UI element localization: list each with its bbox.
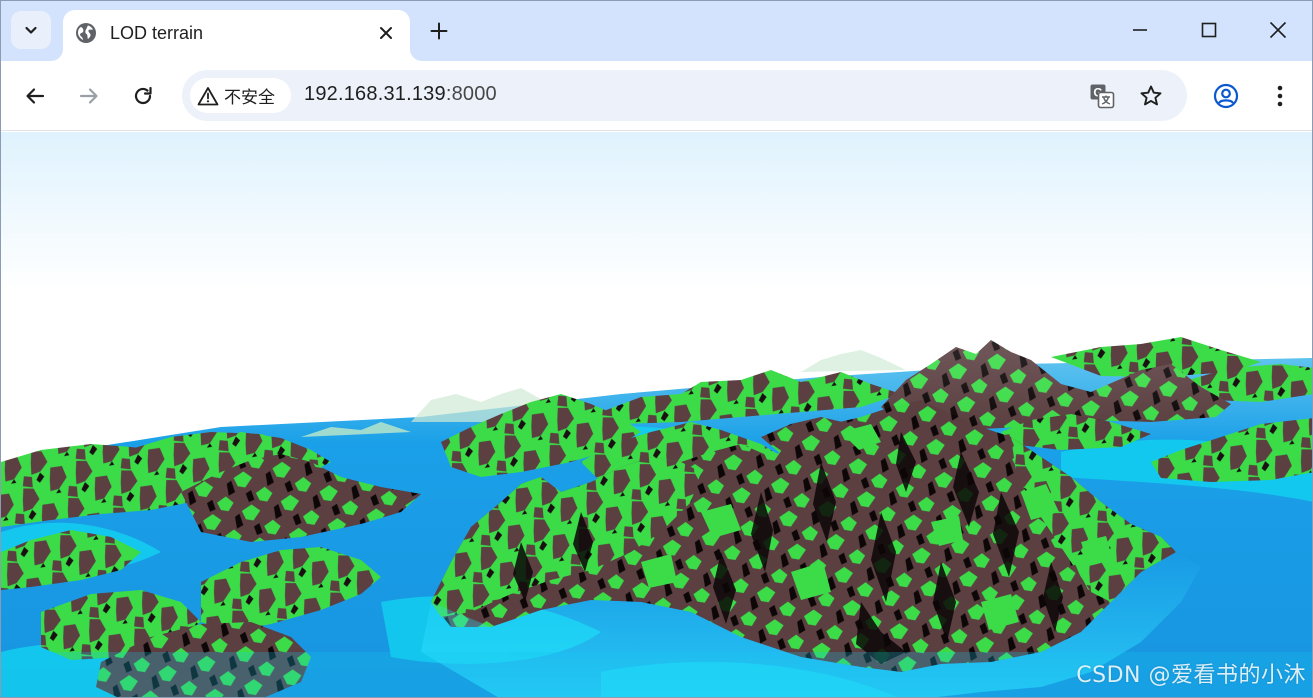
browser-window: LOD terrain 不安全 192.168.31.139:8000 G CS… [0,0,1313,698]
window-close-button[interactable] [1263,15,1293,45]
bookmark-button[interactable] [1137,82,1165,110]
plus-icon [430,22,448,40]
globe-icon [76,23,96,43]
profile-button[interactable] [1211,81,1241,111]
maximize-icon [1201,22,1217,38]
minimize-button[interactable] [1125,15,1155,45]
translate-button[interactable]: G [1088,82,1116,110]
back-button[interactable] [20,81,50,111]
reload-button[interactable] [128,81,158,111]
tab-title: LOD terrain [110,23,204,43]
browser-toolbar: 不安全 192.168.31.139:8000 G [1,61,1312,131]
tab-strip: LOD terrain [1,1,1312,61]
close-icon [380,27,392,39]
url-text[interactable]: 192.168.31.139:8000 [304,83,497,106]
warning-triangle-icon [197,86,219,105]
translate-icon: G [1090,84,1115,109]
security-chip[interactable]: 不安全 [190,78,291,113]
tab-active[interactable]: LOD terrain [63,10,410,61]
address-bar[interactable]: 不安全 192.168.31.139:8000 G [182,70,1187,121]
more-menu-button[interactable] [1265,81,1295,111]
minimize-icon [1133,29,1147,31]
url-port: :8000 [445,83,497,105]
reload-icon [134,86,152,105]
profile-icon [1213,83,1239,109]
url-host: 192.168.31.139 [304,83,446,105]
new-tab-button[interactable] [425,17,453,45]
terrain-canvas[interactable]: CSDN @爱看书的小沐 [1,132,1312,697]
terrain-scene [1,132,1312,697]
back-arrow-icon [26,88,45,104]
chevron-down-icon [25,26,37,34]
tab-search-button[interactable] [11,11,51,49]
star-icon [1140,85,1162,106]
maximize-button[interactable] [1194,15,1224,45]
close-icon [1269,21,1287,39]
watermark-text: CSDN @爱看书的小沐 [1076,663,1306,688]
more-vertical-icon [1277,85,1283,107]
security-label: 不安全 [224,88,275,108]
forward-button[interactable] [74,81,104,111]
forward-arrow-icon [79,88,98,104]
tab-close-button[interactable] [375,22,397,44]
